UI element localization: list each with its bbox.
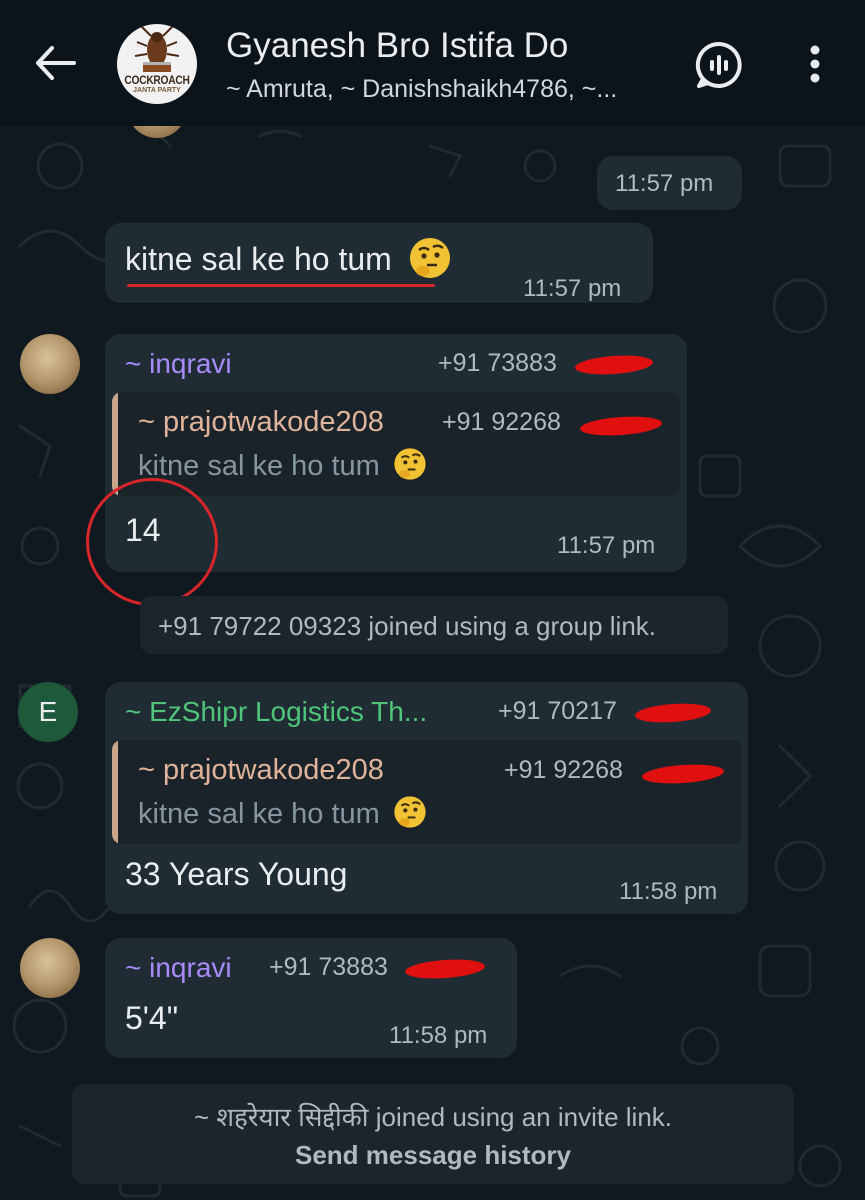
send-message-history-link[interactable]: Send message history [72, 1140, 794, 1171]
sender-name[interactable]: ~ inqravi [125, 952, 232, 984]
avatar-inqravi[interactable] [20, 334, 80, 394]
system-message-text: +91 79722 09323 joined using a group lin… [158, 611, 657, 641]
message-time: 11:57 pm [557, 532, 656, 559]
annotation-underline [127, 284, 435, 287]
message-bubble-2[interactable]: kitne sal ke ho tum 11:57 pm [105, 223, 653, 303]
back-arrow-icon[interactable] [30, 38, 80, 88]
message-bubble-4[interactable]: ~ EzShipr Logistics Th... +91 70217 ~ pr… [105, 682, 748, 914]
chat-header: COCKROACH JANTA PARTY Gyanesh Bro Istifa… [0, 0, 865, 126]
system-message-invite: ~ शहरेयार सिद्दीकी joined using an invit… [72, 1084, 794, 1184]
sender-phone: +91 70217 [498, 697, 617, 725]
redaction-mark [579, 414, 663, 438]
system-message-joined: +91 79722 09323 joined using a group lin… [140, 596, 728, 654]
redaction-mark [404, 957, 486, 981]
message-time: 11:57 pm [523, 275, 622, 302]
quote-sender-phone: +91 92268 [504, 756, 623, 784]
quote-accent-bar [112, 392, 118, 496]
quote-text: kitne sal ke ho tum [138, 796, 428, 831]
redaction-mark [634, 701, 712, 725]
quote-text-content: kitne sal ke ho tum [138, 798, 380, 830]
group-title[interactable]: Gyanesh Bro Istifa Do [226, 26, 568, 66]
chat-area[interactable]: 11:57 pm kitne sal ke ho tum 11:57 pm ~ … [0, 126, 865, 1200]
thinking-face-icon [409, 237, 450, 278]
message-bubble-1[interactable]: 11:57 pm [597, 156, 742, 210]
redaction-mark [641, 762, 725, 786]
message-bubble-5[interactable]: ~ inqravi +91 73883 5'4" 11:58 pm [105, 938, 517, 1058]
sender-phone: +91 73883 [269, 953, 388, 981]
group-members-subtitle[interactable]: ~ Amruta, ~ Danishshaikh4786, ~... [226, 75, 666, 104]
annotation-circle [86, 478, 218, 606]
voice-chat-icon[interactable] [694, 40, 744, 90]
message-time: 11:58 pm [619, 878, 718, 905]
message-text: kitne sal ke ho tum [125, 237, 453, 281]
redaction-mark [574, 353, 654, 377]
quoted-message[interactable]: ~ prajotwakode208 +91 92268 kitne sal ke… [112, 392, 680, 496]
avatar-letter: E [38, 696, 58, 727]
quote-sender-name: ~ prajotwakode208 [138, 406, 384, 438]
quote-sender-name: ~ prajotwakode208 [138, 754, 384, 786]
quote-text-content: kitne sal ke ho tum [138, 450, 380, 482]
quote-accent-bar [112, 740, 118, 844]
group-avatar[interactable]: COCKROACH JANTA PARTY [117, 24, 197, 104]
sender-phone: +91 73883 [438, 349, 557, 377]
message-text-content: kitne sal ke ho tum [125, 241, 392, 277]
group-avatar-logo-text: COCKROACH [124, 73, 190, 87]
group-avatar-logo-sub: JANTA PARTY [133, 87, 181, 94]
more-options-icon[interactable] [800, 40, 830, 90]
thinking-face-icon [394, 796, 426, 828]
avatar-ezshipr[interactable]: E [18, 682, 78, 742]
quote-text: kitne sal ke ho tum [138, 448, 428, 483]
message-time: 11:57 pm [615, 170, 714, 197]
sender-name[interactable]: ~ EzShipr Logistics Th... [125, 696, 427, 728]
message-time: 11:58 pm [389, 1022, 488, 1049]
avatar-inqravi[interactable] [20, 938, 80, 998]
quote-sender-phone: +91 92268 [442, 408, 561, 436]
system-message-text: ~ शहरेयार सिद्दीकी joined using an invit… [193, 1102, 673, 1132]
quoted-message[interactable]: ~ prajotwakode208 +91 92268 kitne sal ke… [112, 740, 742, 844]
thinking-face-icon [394, 448, 426, 480]
message-text: 33 Years Young [125, 856, 348, 892]
message-text: 5'4" [125, 1000, 179, 1036]
sender-name[interactable]: ~ inqravi [125, 348, 232, 380]
